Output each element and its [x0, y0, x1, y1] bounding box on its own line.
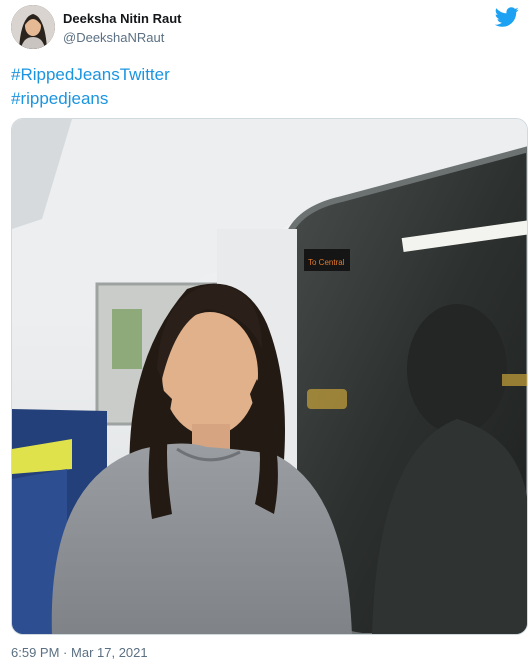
hashtag-link[interactable]: #rippedjeans — [11, 87, 170, 111]
tweet-text: #RippedJeansTwitter #rippedjeans — [11, 63, 170, 111]
tweet-date[interactable]: Mar 17, 2021 — [71, 645, 148, 660]
train-sign: To Central — [308, 258, 345, 267]
twitter-bird-icon[interactable] — [495, 5, 519, 29]
train-photo: To Central — [12, 119, 527, 634]
tweet-header: Deeksha Nitin Raut @DeekshaNRaut — [11, 5, 519, 51]
hashtag-link[interactable]: #RippedJeansTwitter — [11, 63, 170, 87]
meta-separator: · — [63, 645, 68, 660]
avatar-photo — [11, 5, 55, 49]
tweet-time[interactable]: 6:59 PM — [11, 645, 59, 660]
author-name[interactable]: Deeksha Nitin Raut — [63, 11, 181, 26]
tweet-photo[interactable]: To Central — [11, 118, 528, 635]
avatar[interactable] — [11, 5, 55, 49]
tweet-meta: 6:59 PM · Mar 17, 2021 — [11, 645, 148, 660]
author-handle[interactable]: @DeekshaNRaut — [63, 30, 164, 45]
